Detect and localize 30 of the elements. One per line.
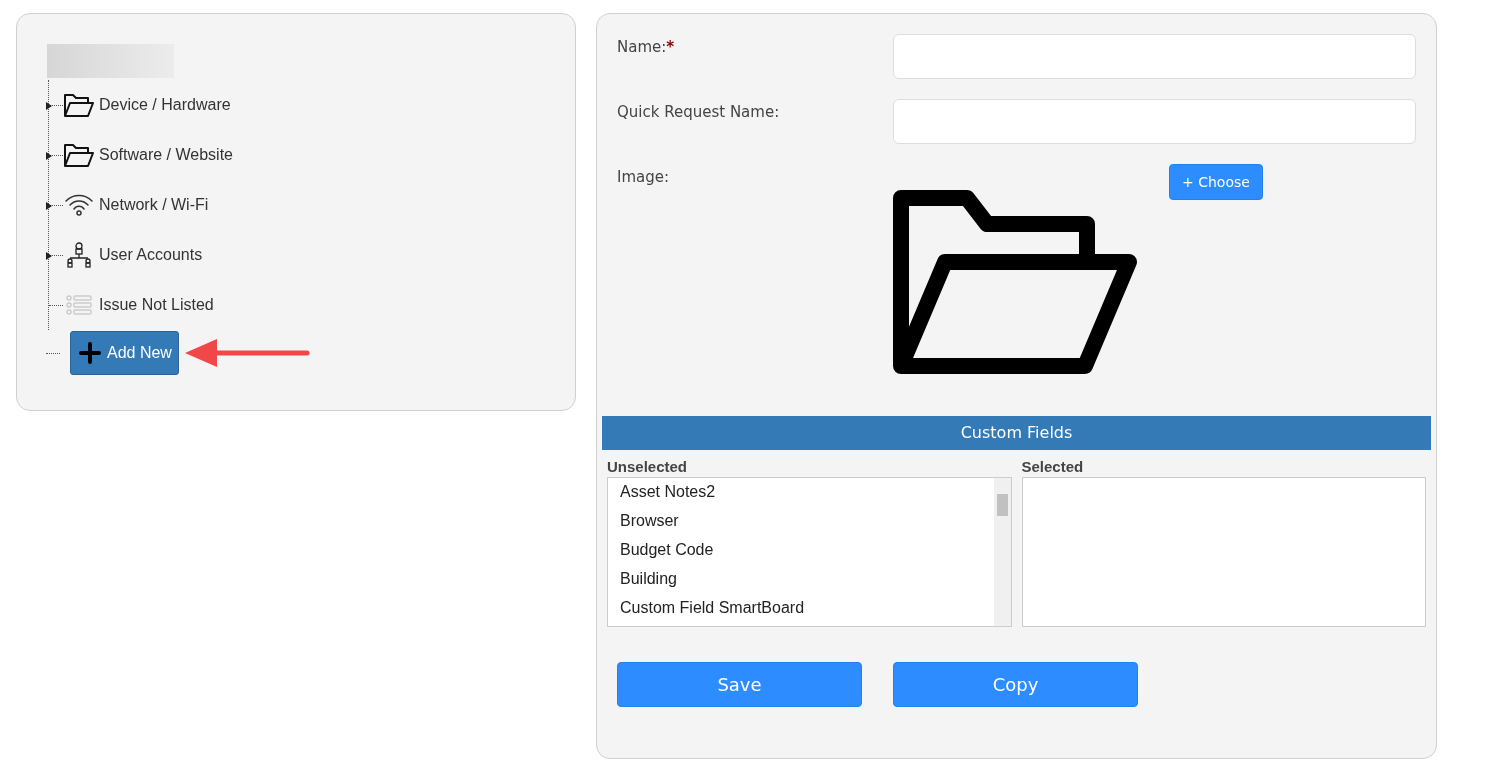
- expand-arrow-icon[interactable]: [46, 101, 52, 110]
- folder-icon: [63, 142, 95, 168]
- section-header: Custom Fields: [602, 416, 1431, 450]
- scrollbar[interactable]: [993, 478, 1011, 626]
- quick-request-name-input[interactable]: [893, 99, 1416, 144]
- expand-arrow-icon[interactable]: [46, 201, 52, 210]
- expand-arrow-icon[interactable]: [46, 151, 52, 160]
- field-label: Quick Request Name:: [617, 102, 781, 123]
- list-item[interactable]: Browser: [620, 509, 982, 538]
- list-label: Selected: [1021, 458, 1085, 475]
- tree-item[interactable]: Device / Hardware: [99, 96, 231, 114]
- tree-item[interactable]: Network / Wi-Fi: [99, 196, 209, 214]
- plus-icon: [79, 342, 101, 364]
- list-item[interactable]: Building: [620, 567, 982, 596]
- list-item[interactable]: Budget Code: [620, 538, 982, 567]
- name-input[interactable]: [893, 34, 1416, 79]
- list-item[interactable]: Asset Notes2: [620, 480, 982, 509]
- add-new-button[interactable]: Add New: [70, 331, 179, 375]
- tree-item[interactable]: Software / Website: [99, 146, 233, 164]
- field-label: Image:: [617, 167, 671, 188]
- tree-item[interactable]: Issue Not Listed: [99, 296, 214, 314]
- wifi-icon: [63, 193, 95, 217]
- folder-icon: [63, 92, 95, 118]
- list-item[interactable]: Custom Field SmartBoard: [620, 596, 982, 625]
- list-icon: [63, 294, 95, 316]
- field-label: Name:*: [617, 37, 676, 58]
- tree-item[interactable]: User Accounts: [99, 246, 203, 264]
- unselected-list[interactable]: Asset Notes2 Browser Budget Code Building Custom Field SmartBoard: [607, 477, 1012, 627]
- expand-arrow-icon[interactable]: [46, 251, 52, 260]
- list-label: Unselected: [607, 458, 689, 475]
